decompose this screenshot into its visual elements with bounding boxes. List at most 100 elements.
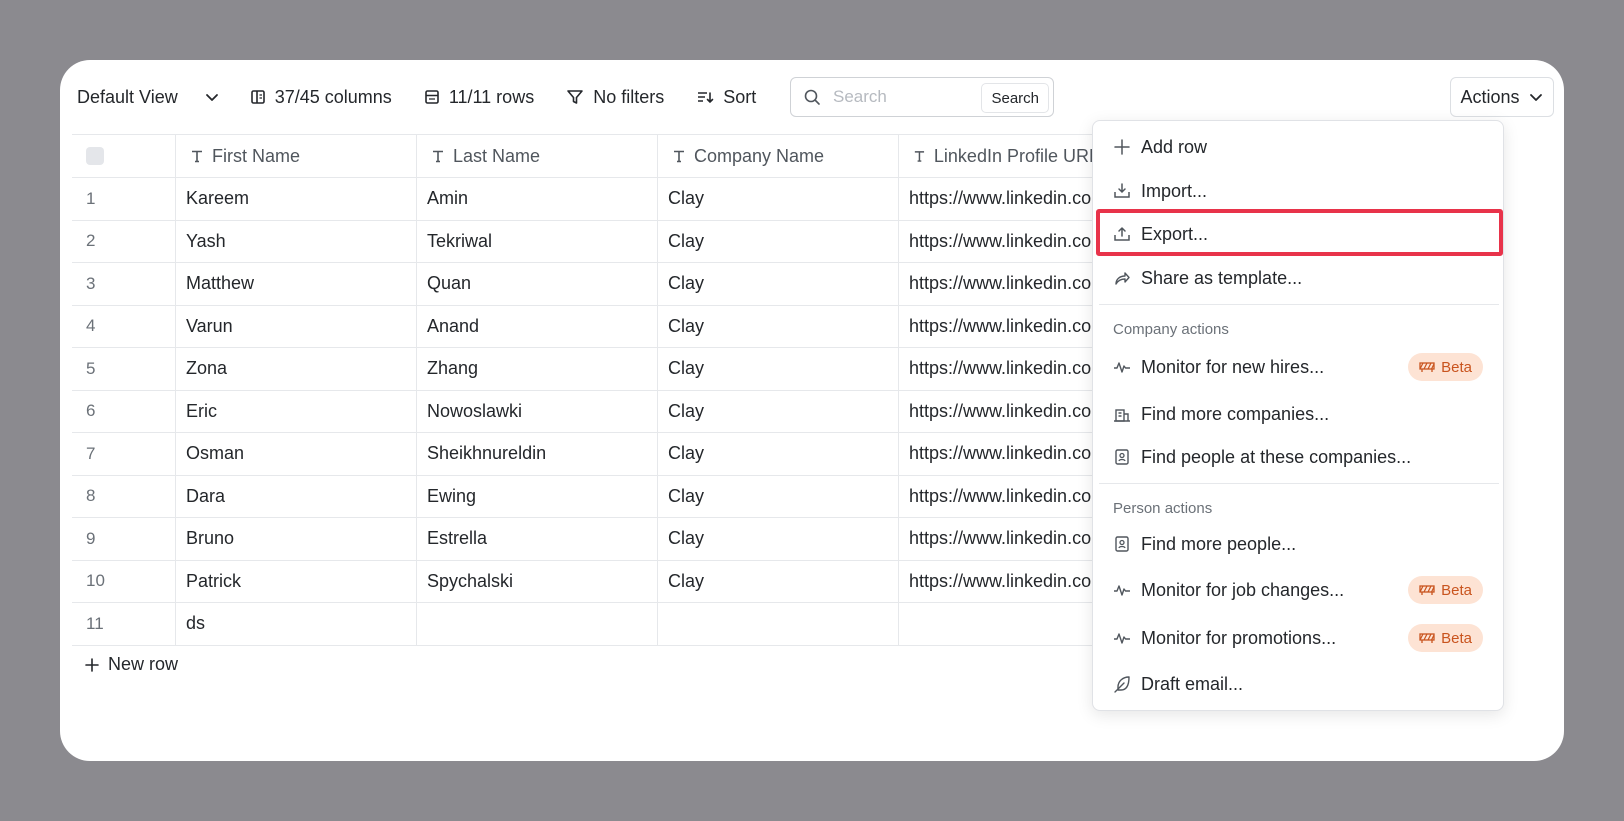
cell-last-name[interactable]: Quan	[417, 263, 658, 305]
cell-first-name[interactable]: ds	[176, 603, 417, 645]
table-row[interactable]: 7 Osman Sheikhnureldin Clay https://www.link…	[72, 433, 1099, 476]
menu-item-find-people-companies[interactable]: Find people at these companies...	[1093, 437, 1503, 477]
cell-company-name[interactable]	[658, 603, 899, 645]
column-header-last-name[interactable]: Last Name	[417, 135, 658, 177]
cell-last-name[interactable]: Estrella	[417, 518, 658, 560]
cell-last-name[interactable]: Tekriwal	[417, 220, 658, 262]
cell-company-name[interactable]: Clay	[658, 390, 899, 432]
menu-item-export[interactable]: Export...	[1093, 214, 1503, 254]
beta-label: Beta	[1441, 358, 1472, 376]
column-header-first-name[interactable]: First Name	[176, 135, 417, 177]
row-index-cell: 11	[72, 603, 176, 645]
menu-item-monitor-promotions[interactable]: Monitor for promotions... Beta	[1093, 618, 1503, 658]
search-button[interactable]: Search	[981, 83, 1049, 113]
menu-divider	[1099, 483, 1499, 484]
cell-company-name[interactable]: Clay	[658, 433, 899, 475]
table-row[interactable]: 6 Eric Nowoslawki Clay https://www.linkedin.…	[72, 390, 1099, 433]
cell-last-name[interactable]: Spychalski	[417, 560, 658, 602]
cell-linkedin-url[interactable]: https://www.linkedin.com	[899, 348, 1099, 390]
cell-last-name[interactable]	[417, 603, 658, 645]
table-row[interactable]: 8 Dara Ewing Clay https://www.linkedin.com	[72, 475, 1099, 518]
table-row[interactable]: 10 Patrick Spychalski Clay https://www.linke…	[72, 560, 1099, 603]
row-index-cell: 1	[72, 178, 176, 220]
table-row[interactable]: 11 ds	[72, 603, 1099, 646]
row-index-cell: 3	[72, 263, 176, 305]
column-header-company-name[interactable]: Company Name	[658, 135, 899, 177]
new-row-label: New row	[108, 654, 179, 674]
table-row[interactable]: 5 Zona Zhang Clay https://www.linkedin.com	[72, 348, 1099, 391]
cell-linkedin-url[interactable]: https://www.linkedin.com	[899, 476, 1099, 518]
cell-first-name[interactable]: Osman	[176, 433, 417, 475]
cell-company-name[interactable]: Clay	[658, 348, 899, 390]
cell-last-name[interactable]: Sheikhnureldin	[417, 433, 658, 475]
cell-first-name[interactable]: Patrick	[176, 560, 417, 602]
actions-button[interactable]: Actions	[1450, 77, 1554, 117]
filters-button[interactable]: No filters	[566, 87, 664, 108]
cell-linkedin-url[interactable]: https://www.linkedin.com	[899, 433, 1099, 475]
menu-item-import[interactable]: Import...	[1093, 171, 1503, 211]
table-row[interactable]: 2 Yash Tekriwal Clay https://www.linkedin.co…	[72, 220, 1099, 263]
cell-first-name[interactable]: Matthew	[176, 263, 417, 305]
select-all-checkbox[interactable]	[86, 147, 104, 165]
new-row-button[interactable]: New row	[84, 654, 178, 675]
cell-linkedin-url[interactable]: https://www.linkedin.com	[899, 561, 1099, 603]
cell-first-name[interactable]: Eric	[176, 390, 417, 432]
cell-linkedin-url[interactable]: https://www.linkedin.com	[899, 518, 1099, 560]
cell-company-name[interactable]: Clay	[658, 560, 899, 602]
cell-company-name[interactable]: Clay	[658, 305, 899, 347]
export-icon	[1114, 226, 1130, 241]
menu-item-find-people[interactable]: Find more people...	[1093, 524, 1503, 564]
cell-first-name[interactable]: Yash	[176, 220, 417, 262]
cell-linkedin-url[interactable]: https://www.linkedin.com	[899, 391, 1099, 433]
rows-button[interactable]: 11/11 rows	[424, 87, 534, 108]
table-row[interactable]: 3 Matthew Quan Clay https://www.linkedin.com	[72, 263, 1099, 306]
cell-first-name[interactable]: Dara	[176, 475, 417, 517]
sort-button[interactable]: Sort	[696, 87, 756, 108]
cell-linkedin-url[interactable]: https://www.linkedin.com	[899, 178, 1099, 220]
plus-icon	[1114, 139, 1130, 155]
cell-company-name[interactable]: Clay	[658, 220, 899, 262]
plus-icon	[85, 657, 99, 672]
cell-linkedin-url[interactable]	[899, 603, 1099, 645]
menu-item-label: Find people at these companies...	[1141, 446, 1412, 467]
menu-item-share-template[interactable]: Share as template...	[1093, 258, 1503, 298]
menu-item-label: Monitor for job changes...	[1141, 579, 1345, 600]
cell-linkedin-url[interactable]: https://www.linkedin.com	[899, 263, 1099, 305]
cell-company-name[interactable]: Clay	[658, 178, 899, 220]
cell-first-name[interactable]: Zona	[176, 348, 417, 390]
cell-first-name[interactable]: Varun	[176, 305, 417, 347]
beta-badge: Beta	[1408, 353, 1483, 381]
cell-last-name[interactable]: Ewing	[417, 475, 658, 517]
cell-company-name[interactable]: Clay	[658, 475, 899, 517]
cell-linkedin-url[interactable]: https://www.linkedin.com	[899, 221, 1099, 263]
beta-label: Beta	[1441, 629, 1472, 647]
feather-icon	[1114, 676, 1130, 693]
menu-item-monitor-jobs[interactable]: Monitor for job changes... Beta	[1093, 570, 1503, 610]
column-header-linkedin-url[interactable]: LinkedIn Profile URL	[899, 135, 1099, 177]
barrier-icon	[1419, 585, 1435, 595]
view-selector[interactable]: Default View	[77, 87, 220, 108]
cell-linkedin-url[interactable]: https://www.linkedin.com	[899, 306, 1099, 348]
menu-item-draft-email[interactable]: Draft email...	[1093, 664, 1503, 704]
menu-divider	[1099, 304, 1499, 305]
rows-label: 11/11 rows	[448, 86, 535, 107]
cell-first-name[interactable]: Kareem	[176, 178, 417, 220]
cell-company-name[interactable]: Clay	[658, 263, 899, 305]
table-row[interactable]: 9 Bruno Estrella Clay https://www.linkedin.c…	[72, 518, 1099, 561]
menu-item-monitor-hires[interactable]: Monitor for new hires... Beta	[1093, 347, 1503, 387]
cell-last-name[interactable]: Anand	[417, 305, 658, 347]
contact-card-icon	[1115, 536, 1129, 552]
cell-first-name[interactable]: Bruno	[176, 518, 417, 560]
columns-button[interactable]: 37/45 columns	[250, 87, 392, 108]
menu-item-add-row[interactable]: Add row	[1093, 127, 1503, 167]
cell-last-name[interactable]: Nowoslawki	[417, 390, 658, 432]
table-row[interactable]: 1 Kareem Amin Clay https://www.linkedin.com	[72, 178, 1099, 221]
table-row[interactable]: 4 Varun Anand Clay https://www.linkedin.com	[72, 305, 1099, 348]
search-icon	[804, 89, 820, 105]
search-input[interactable]	[833, 87, 973, 107]
cell-company-name[interactable]: Clay	[658, 518, 899, 560]
menu-item-label: Monitor for new hires...	[1141, 356, 1325, 377]
cell-last-name[interactable]: Zhang	[417, 348, 658, 390]
menu-item-find-companies[interactable]: Find more companies...	[1093, 394, 1503, 434]
cell-last-name[interactable]: Amin	[417, 178, 658, 220]
